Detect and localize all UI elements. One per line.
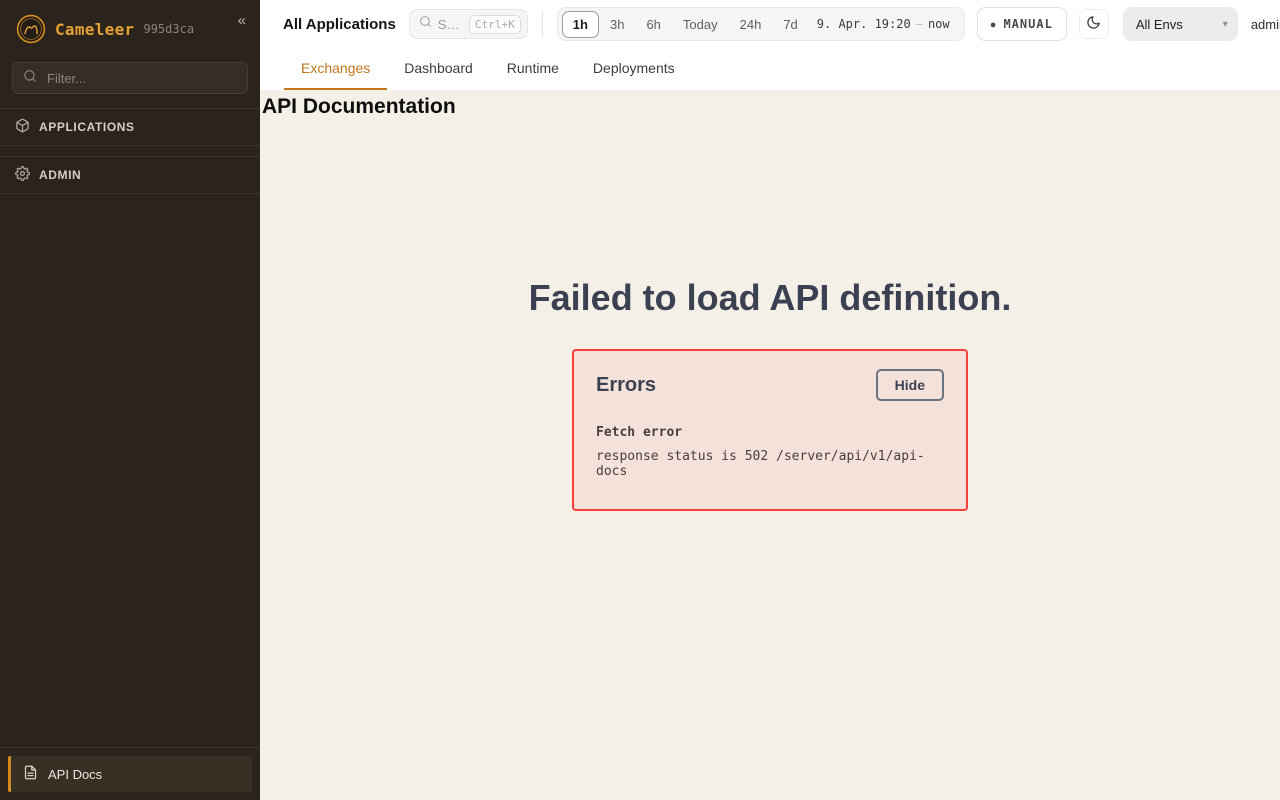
search-placeholder: S… xyxy=(438,17,463,32)
keyboard-shortcut-badge: Ctrl+K xyxy=(469,15,521,34)
time-from: 9. Apr. 19:20 xyxy=(817,17,911,31)
errors-panel: Errors Hide Fetch error response status … xyxy=(572,349,968,511)
package-icon xyxy=(15,118,30,136)
errors-panel-title: Errors xyxy=(596,374,656,397)
sidebar-item-label: ADMIN xyxy=(39,168,81,182)
tab-runtime[interactable]: Runtime xyxy=(490,48,576,90)
environment-select-value: All Envs xyxy=(1136,17,1183,32)
hide-errors-button[interactable]: Hide xyxy=(876,369,944,401)
errors-panel-header: Errors Hide xyxy=(596,369,944,401)
main-column: All Applications S… Ctrl+K 1h 3h 6h Toda… xyxy=(260,0,1280,800)
manual-label: MANUAL xyxy=(1003,17,1052,31)
sidebar-item-label: APPLICATIONS xyxy=(39,120,135,134)
time-range-1h[interactable]: 1h xyxy=(562,11,599,38)
error-heading: Failed to load API definition. xyxy=(260,277,1280,319)
error-message: response status is 502 /server/api/v1/ap… xyxy=(596,449,944,479)
status-dot-icon: ● xyxy=(991,20,997,29)
sidebar-filter[interactable] xyxy=(12,62,248,94)
cameleer-logo-icon[interactable] xyxy=(16,14,46,44)
content-area: API Documentation Failed to load API def… xyxy=(260,90,1280,800)
dark-mode-toggle[interactable] xyxy=(1079,9,1109,39)
document-icon xyxy=(23,765,38,783)
time-separator: — xyxy=(916,17,923,31)
tab-dashboard[interactable]: Dashboard xyxy=(387,48,490,90)
app-window: Cameleer 995d3ca « APPLICATIONS xyxy=(0,0,1280,800)
sidebar-footer: API Docs xyxy=(0,747,260,800)
sidebar-header: Cameleer 995d3ca xyxy=(0,0,260,54)
search-icon xyxy=(419,15,432,33)
sidebar: Cameleer 995d3ca « APPLICATIONS xyxy=(0,0,260,800)
environment-select[interactable]: All Envs ▾ xyxy=(1123,7,1238,41)
time-range-6h[interactable]: 6h xyxy=(635,11,671,38)
global-search-input[interactable]: S… Ctrl+K xyxy=(409,9,528,39)
moon-icon xyxy=(1086,15,1101,33)
filter-input[interactable] xyxy=(45,70,237,87)
time-range-group: 1h 3h 6h Today 24h 7d 9. Apr. 19:20 — now xyxy=(557,7,965,41)
topbar: All Applications S… Ctrl+K 1h 3h 6h Toda… xyxy=(260,0,1280,48)
time-range-24h[interactable]: 24h xyxy=(729,11,773,38)
search-icon xyxy=(23,69,37,88)
time-range-today[interactable]: Today xyxy=(672,11,729,38)
time-to: now xyxy=(928,17,950,31)
tab-deployments[interactable]: Deployments xyxy=(576,48,692,90)
context-title: All Applications xyxy=(283,16,396,33)
time-range-7d[interactable]: 7d xyxy=(772,11,808,38)
divider xyxy=(542,11,543,37)
brand-name: Cameleer xyxy=(55,20,134,39)
sidebar-collapse-icon[interactable]: « xyxy=(234,10,250,31)
sidebar-item-applications[interactable]: APPLICATIONS xyxy=(0,108,260,146)
error-type: Fetch error xyxy=(596,425,944,440)
chevron-down-icon: ▾ xyxy=(1223,19,1228,30)
page-title: API Documentation xyxy=(262,95,1280,119)
gear-icon xyxy=(15,166,30,184)
manual-refresh-button[interactable]: ● MANUAL xyxy=(977,7,1067,41)
tab-exchanges[interactable]: Exchanges xyxy=(284,48,387,90)
time-range-3h[interactable]: 3h xyxy=(599,11,635,38)
time-range-display[interactable]: 9. Apr. 19:20 — now xyxy=(817,17,950,31)
build-version: 995d3ca xyxy=(143,22,194,36)
sidebar-item-label: API Docs xyxy=(48,767,102,782)
tab-bar: Exchanges Dashboard Runtime Deployments xyxy=(260,48,1280,90)
sidebar-item-api-docs[interactable]: API Docs xyxy=(8,756,252,792)
user-name: admin xyxy=(1251,17,1280,32)
sidebar-item-admin[interactable]: ADMIN xyxy=(0,156,260,194)
